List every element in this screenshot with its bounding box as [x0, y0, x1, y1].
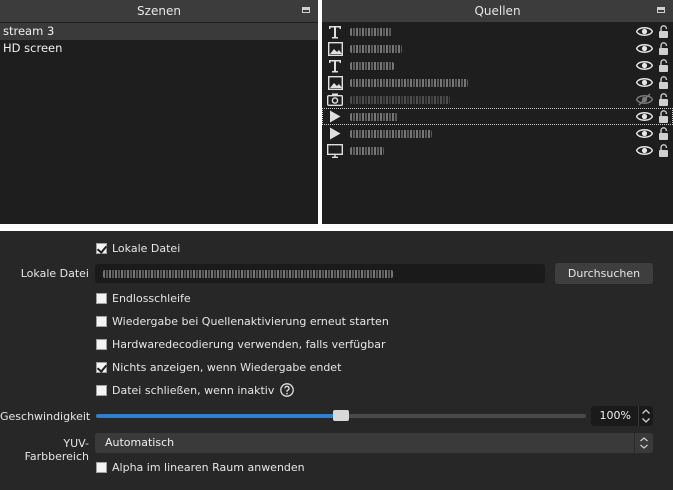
text-icon	[326, 58, 344, 73]
unlocked-icon[interactable]	[658, 75, 669, 90]
hw-decode-checkbox[interactable]: Hardwaredecodierung verwenden, falls ver…	[96, 338, 385, 351]
source-name-redacted	[350, 112, 630, 122]
hide-on-end-check-box[interactable]	[96, 362, 107, 373]
panel-divider	[0, 224, 673, 231]
yuv-selected-value: Automatisch	[105, 436, 175, 449]
yuv-dropdown[interactable]: Automatisch	[95, 433, 653, 453]
restart-check-box[interactable]	[96, 316, 107, 327]
source-row[interactable]	[322, 40, 673, 57]
sources-dock: Quellen	[322, 0, 673, 224]
speed-stepper[interactable]	[638, 406, 653, 426]
source-row[interactable]	[322, 125, 673, 142]
local-file-checkbox[interactable]: Lokale Datei	[96, 242, 180, 255]
source-row[interactable]	[322, 74, 673, 91]
local-file-check-box[interactable]	[96, 243, 107, 254]
source-name-redacted	[350, 146, 630, 156]
scene-item-stream-3[interactable]: stream 3	[0, 23, 318, 40]
display-icon	[326, 143, 344, 158]
local-file-checkbox-label: Lokale Datei	[112, 242, 181, 255]
eye-icon[interactable]	[635, 110, 654, 123]
scenes-title: Szenen	[137, 4, 181, 18]
hide-on-end-checkbox[interactable]: Nichts anzeigen, wenn Wiedergabe endet	[96, 361, 341, 374]
speed-spinbox[interactable]: 100%	[591, 406, 653, 426]
loop-check-box[interactable]	[96, 293, 107, 304]
scenes-list: stream 3 HD screen	[0, 23, 318, 224]
close-inactive-label: Datei schließen, wenn inaktiv	[112, 383, 275, 397]
speed-label: Geschwindigkeit	[0, 410, 91, 423]
restart-label: Wiedergabe bei Quellenaktivierung erneut…	[112, 315, 389, 328]
source-row[interactable]	[322, 142, 673, 159]
yuv-label: YUV-Farbbereich	[24, 437, 89, 463]
eye-icon[interactable]	[635, 144, 654, 157]
scene-item-hd-screen[interactable]: HD screen	[0, 40, 318, 57]
eye-icon[interactable]	[635, 76, 654, 89]
speed-slider-fill	[96, 414, 341, 418]
unlocked-icon[interactable]	[658, 109, 669, 124]
speed-value: 100%	[599, 409, 631, 422]
local-file-path-field[interactable]	[95, 264, 545, 283]
source-row[interactable]	[322, 91, 673, 108]
eye-icon[interactable]	[635, 25, 654, 38]
hide-on-end-label: Nichts anzeigen, wenn Wiedergabe endet	[112, 361, 342, 374]
speed-slider-handle[interactable]	[333, 410, 349, 421]
linear-alpha-check-box[interactable]	[96, 462, 107, 473]
linear-alpha-label: Alpha im linearen Raum anwenden	[112, 461, 305, 474]
source-name-redacted	[350, 27, 630, 37]
source-row[interactable]	[322, 23, 673, 40]
help-icon[interactable]	[280, 383, 295, 397]
linear-alpha-checkbox[interactable]: Alpha im linearen Raum anwenden	[96, 461, 305, 474]
sources-title: Quellen	[474, 4, 521, 18]
text-icon	[326, 24, 344, 39]
hw-decode-label: Hardwaredecodierung verwenden, falls ver…	[112, 338, 386, 351]
source-row-selected[interactable]	[322, 108, 673, 125]
chevron-up-down-icon	[634, 433, 653, 453]
speed-slider[interactable]	[96, 410, 586, 421]
loop-label: Endlosschleife	[112, 292, 191, 305]
scenes-header: Szenen	[0, 0, 318, 22]
scenes-undock-icon[interactable]	[302, 7, 310, 13]
eye-icon[interactable]	[635, 127, 654, 140]
source-name-redacted	[350, 78, 630, 88]
hw-decode-check-box[interactable]	[96, 339, 107, 350]
source-name-redacted	[350, 95, 630, 105]
loop-checkbox[interactable]: Endlosschleife	[96, 292, 191, 305]
camera-icon	[326, 92, 344, 107]
unlocked-icon[interactable]	[658, 24, 669, 39]
eye-hidden-icon[interactable]	[635, 93, 654, 106]
source-name-redacted	[350, 61, 630, 71]
properties-panel: Lokale Datei Lokale Datei Durchsuchen En…	[0, 231, 673, 490]
local-file-label: Lokale Datei	[20, 267, 89, 280]
media-play-icon	[326, 109, 344, 124]
media-play-icon	[326, 126, 344, 141]
source-name-redacted	[350, 44, 630, 54]
unlocked-icon[interactable]	[658, 58, 669, 73]
scenes-dock: Szenen stream 3 HD screen	[0, 0, 318, 224]
close-inactive-checkbox[interactable]: Datei schließen, wenn inaktiv	[96, 383, 295, 397]
unlocked-icon[interactable]	[658, 41, 669, 56]
restart-checkbox[interactable]: Wiedergabe bei Quellenaktivierung erneut…	[96, 315, 389, 328]
unlocked-icon[interactable]	[658, 143, 669, 158]
file-path-redacted	[103, 270, 393, 278]
image-icon	[326, 41, 344, 56]
source-name-redacted	[350, 129, 630, 139]
source-row[interactable]	[322, 57, 673, 74]
unlocked-icon[interactable]	[658, 92, 669, 107]
close-inactive-check-box[interactable]	[96, 384, 107, 396]
unlocked-icon[interactable]	[658, 126, 669, 141]
sources-list	[322, 23, 673, 224]
eye-icon[interactable]	[635, 59, 654, 72]
sources-header: Quellen	[322, 0, 673, 22]
sources-undock-icon[interactable]	[657, 7, 665, 13]
image-icon	[326, 75, 344, 90]
browse-button[interactable]: Durchsuchen	[555, 263, 653, 284]
eye-icon[interactable]	[635, 42, 654, 55]
